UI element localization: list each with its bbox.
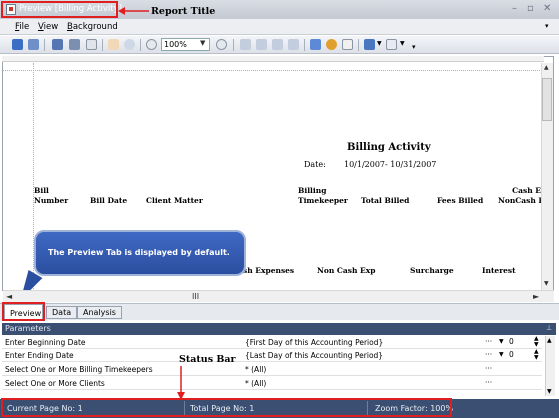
toolbar-separator — [304, 39, 305, 51]
parameter-value[interactable]: * (All) — [245, 365, 266, 374]
status-bar-arrow — [177, 366, 185, 400]
preview-tab-highlight-box — [2, 302, 45, 321]
page-setup-icon[interactable] — [86, 39, 97, 50]
close-button[interactable]: ✕ — [543, 3, 551, 14]
vertical-scroll-thumb[interactable] — [542, 78, 552, 121]
tooltip-text: The Preview Tab is displayed by default. — [48, 248, 230, 257]
zoom-out-icon[interactable] — [146, 39, 157, 50]
column-header-bill-number: Bill Number — [34, 186, 69, 205]
tab-analysis[interactable]: Analysis — [77, 306, 122, 319]
report-title-arrow — [118, 7, 149, 15]
menu-overflow-icon[interactable]: ▾ — [545, 22, 549, 30]
spinner-icon[interactable]: ▲ ▼ — [534, 336, 539, 348]
toolbar-separator — [233, 39, 234, 51]
column-header-cash-expenses: Cash E NonCash E — [498, 186, 541, 205]
parameter-value[interactable]: * (All) — [245, 379, 266, 388]
horizontal-scrollbar[interactable] — [3, 290, 554, 302]
next-page-nav-icon[interactable] — [272, 39, 283, 50]
pin-icon[interactable]: ⊥ — [546, 324, 552, 332]
chevron-down-icon[interactable]: ▼ — [400, 40, 405, 47]
restore-button[interactable]: ▫ — [527, 3, 534, 14]
parameter-value[interactable]: {Last Day of this Accounting Period} — [245, 351, 383, 360]
chevron-down-icon[interactable]: ▼ — [499, 338, 504, 345]
parameter-offset[interactable]: 0 — [509, 337, 514, 346]
horizontal-scroll-grip[interactable]: III — [192, 292, 199, 301]
column-header-cash-expenses-2: sh Expenses — [243, 266, 295, 275]
color-icon[interactable] — [326, 39, 337, 50]
first-page-nav-icon[interactable] — [240, 39, 251, 50]
refresh-icon[interactable] — [12, 39, 23, 50]
parameters-header: Parameters — [2, 323, 556, 335]
toolbar-separator — [140, 39, 141, 51]
column-header-billing-timekeeper: Billing Timekeeper — [298, 186, 348, 205]
scroll-up-icon[interactable]: ▲ — [544, 64, 549, 71]
parameters-scrollbar[interactable] — [545, 336, 555, 396]
toolbar-separator — [44, 39, 45, 51]
parameter-label: Enter Ending Date — [5, 351, 74, 360]
tab-data[interactable]: Data — [46, 306, 78, 319]
refresh-alt-icon[interactable] — [28, 39, 39, 50]
column-header-client-matter: Client Matter — [146, 196, 203, 205]
report-date-range: 10/1/2007- 10/31/2007 — [344, 160, 437, 169]
parameter-label: Select One or More Clients — [5, 379, 105, 388]
column-header-total-billed: Total Billed — [361, 196, 410, 205]
first-page-icon[interactable] — [52, 39, 63, 50]
zoom-in-icon[interactable] — [216, 39, 227, 50]
status-bar-annotation: Status Bar — [179, 354, 236, 365]
column-header-non-cash-exp: Non Cash Exp — [317, 266, 376, 275]
menu-background[interactable]: Background — [67, 22, 118, 32]
previous-icon[interactable] — [69, 39, 80, 50]
magnifier-icon[interactable] — [124, 39, 135, 50]
parameter-browse-button[interactable]: ··· — [485, 378, 492, 387]
toolbar-separator — [358, 39, 359, 51]
parameter-browse-button[interactable]: ··· — [485, 337, 492, 346]
parameter-value[interactable]: {First Day of this Accounting Period} — [245, 338, 383, 347]
watermark-icon[interactable] — [342, 39, 353, 50]
parameter-label: Enter Beginning Date — [5, 338, 86, 347]
chevron-down-icon[interactable]: ▼ — [377, 40, 382, 47]
parameter-browse-button[interactable]: ··· — [485, 350, 492, 359]
parameter-browse-button[interactable]: ··· — [485, 364, 492, 373]
email-icon[interactable] — [386, 39, 397, 50]
parameter-label: Select One or More Billing Timekeepers — [5, 365, 153, 374]
report-date-label: Date: — [304, 160, 326, 169]
toolbar-overflow-icon[interactable]: ▾ — [412, 43, 416, 51]
parameter-offset[interactable]: 0 — [509, 350, 514, 359]
chevron-down-icon[interactable]: ▼ — [200, 39, 205, 47]
chevron-down-icon[interactable]: ▼ — [499, 351, 504, 358]
hand-tool-icon[interactable] — [108, 39, 119, 50]
report-heading: Billing Activity — [347, 142, 431, 153]
last-page-nav-icon[interactable] — [288, 39, 299, 50]
column-header-interest: Interest — [482, 266, 516, 275]
column-header-bill-date: Bill Date — [90, 196, 128, 205]
scroll-down-icon[interactable]: ▼ — [547, 388, 552, 395]
status-bar-highlight-box — [1, 398, 452, 417]
spinner-icon[interactable]: ▲ ▼ — [534, 349, 539, 361]
title-highlight-box — [1, 1, 118, 18]
report-title-annotation: Report Title — [151, 6, 216, 17]
prev-page-nav-icon[interactable] — [256, 39, 267, 50]
column-header-surcharge: Surcharge — [410, 266, 454, 275]
column-header-fees-billed: Fees Billed — [437, 196, 484, 205]
menu-file[interactable]: File — [15, 22, 29, 32]
scroll-down-icon[interactable]: ▼ — [544, 280, 549, 287]
scroll-up-icon[interactable]: ▲ — [547, 337, 552, 344]
export-icon[interactable] — [364, 39, 375, 50]
multi-page-icon[interactable] — [310, 39, 321, 50]
minimize-button[interactable]: – — [512, 3, 517, 14]
page-top-strip — [2, 56, 544, 62]
scroll-right-icon[interactable]: ► — [533, 292, 539, 301]
margin-guide-horizontal — [3, 70, 544, 71]
scroll-left-icon[interactable]: ◄ — [6, 292, 12, 301]
menu-view[interactable]: View — [38, 22, 58, 32]
toolbar-separator — [102, 39, 103, 51]
